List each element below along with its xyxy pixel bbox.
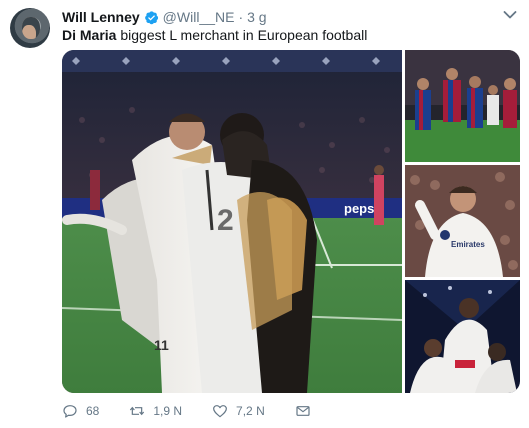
- verified-badge-icon: [144, 10, 158, 24]
- retweet-button[interactable]: 1,9 N: [129, 403, 182, 419]
- media-photo-2[interactable]: [405, 50, 520, 162]
- tweet-card[interactable]: Will Lenney @Will__NE · 3 g Di Maria big…: [0, 0, 529, 428]
- ad-board-text: pepsi: [344, 201, 378, 216]
- tweet-header: Will Lenney @Will__NE · 3 g: [62, 8, 267, 26]
- envelope-icon: [296, 406, 310, 416]
- media-photo-3[interactable]: Emirates: [405, 165, 520, 277]
- photo-2-illustration: [405, 50, 520, 162]
- reply-icon: [63, 405, 77, 418]
- media-photo-main[interactable]: pepsi 2 11: [62, 50, 402, 393]
- author-handle[interactable]: @Will__NE: [163, 9, 235, 25]
- retweet-count: 1,9 N: [153, 404, 183, 418]
- like-count: 7,2 N: [236, 404, 265, 418]
- heart-icon: [213, 405, 227, 418]
- photo-4-illustration: [405, 280, 520, 393]
- tweet-text-bold: Di Maria: [62, 27, 117, 43]
- main-photo-illustration: pepsi 2 11: [62, 50, 402, 393]
- tweet-timestamp[interactable]: 3 g: [247, 9, 266, 25]
- reply-button[interactable]: 68: [62, 403, 99, 419]
- avatar[interactable]: [10, 8, 50, 48]
- direct-message-button[interactable]: [295, 403, 311, 419]
- header-separator: ·: [238, 9, 244, 25]
- retweet-icon: [130, 406, 145, 416]
- photo-3-illustration: Emirates: [405, 165, 520, 277]
- author-name[interactable]: Will Lenney: [62, 9, 140, 25]
- chevron-down-icon[interactable]: [503, 10, 517, 20]
- like-button[interactable]: 7,2 N: [212, 403, 265, 419]
- svg-text:Emirates: Emirates: [451, 240, 485, 249]
- tweet-media-grid: pepsi 2 11 Emirates: [62, 50, 520, 393]
- jersey-number: 11: [154, 337, 169, 353]
- tweet-text-rest: biggest L merchant in European football: [116, 27, 368, 43]
- svg-text:2: 2: [217, 204, 234, 237]
- tweet-text: Di Maria biggest L merchant in European …: [62, 26, 367, 44]
- reply-count: 68: [86, 404, 100, 418]
- tweet-actions: 68 1,9 N 7,2 N: [62, 400, 341, 422]
- media-photo-4[interactable]: [405, 280, 520, 393]
- avatar-face: [22, 17, 40, 39]
